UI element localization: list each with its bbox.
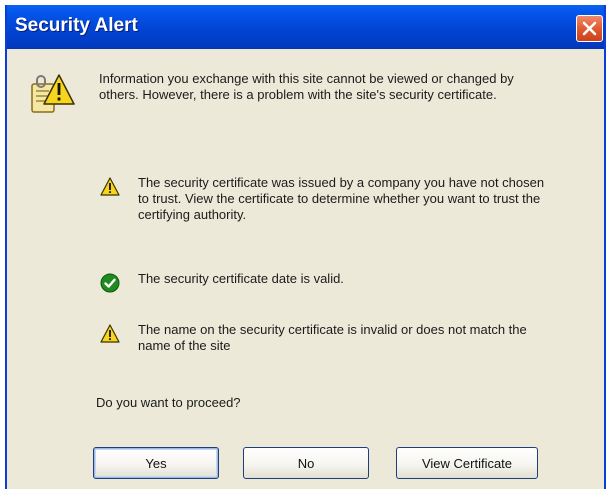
dialog-body: Information you exchange with this site …: [7, 49, 604, 489]
warning-name-mismatch: The name on the security certificate is …: [138, 322, 527, 353]
close-button[interactable]: [576, 15, 603, 42]
warning-untrusted-issuer: The security certificate was issued by a…: [138, 175, 545, 222]
warning-icon: [100, 324, 120, 343]
window-title: Security Alert: [15, 15, 138, 36]
certificate-warning-icon: [31, 74, 75, 113]
proceed-question: Do you want to proceed?: [96, 395, 241, 410]
yes-button[interactable]: Yes: [93, 447, 219, 479]
close-icon: [582, 21, 597, 36]
valid-date-message: The security certificate date is valid.: [138, 271, 344, 286]
view-certificate-button[interactable]: View Certificate: [396, 447, 538, 479]
check-icon: [100, 273, 120, 293]
intro-message: Information you exchange with this site …: [99, 71, 514, 102]
no-button[interactable]: No: [243, 447, 369, 479]
warning-icon: [100, 177, 120, 196]
title-bar[interactable]: Security Alert: [7, 5, 604, 49]
security-alert-window: Security Alert Information you exchange …: [5, 5, 606, 489]
